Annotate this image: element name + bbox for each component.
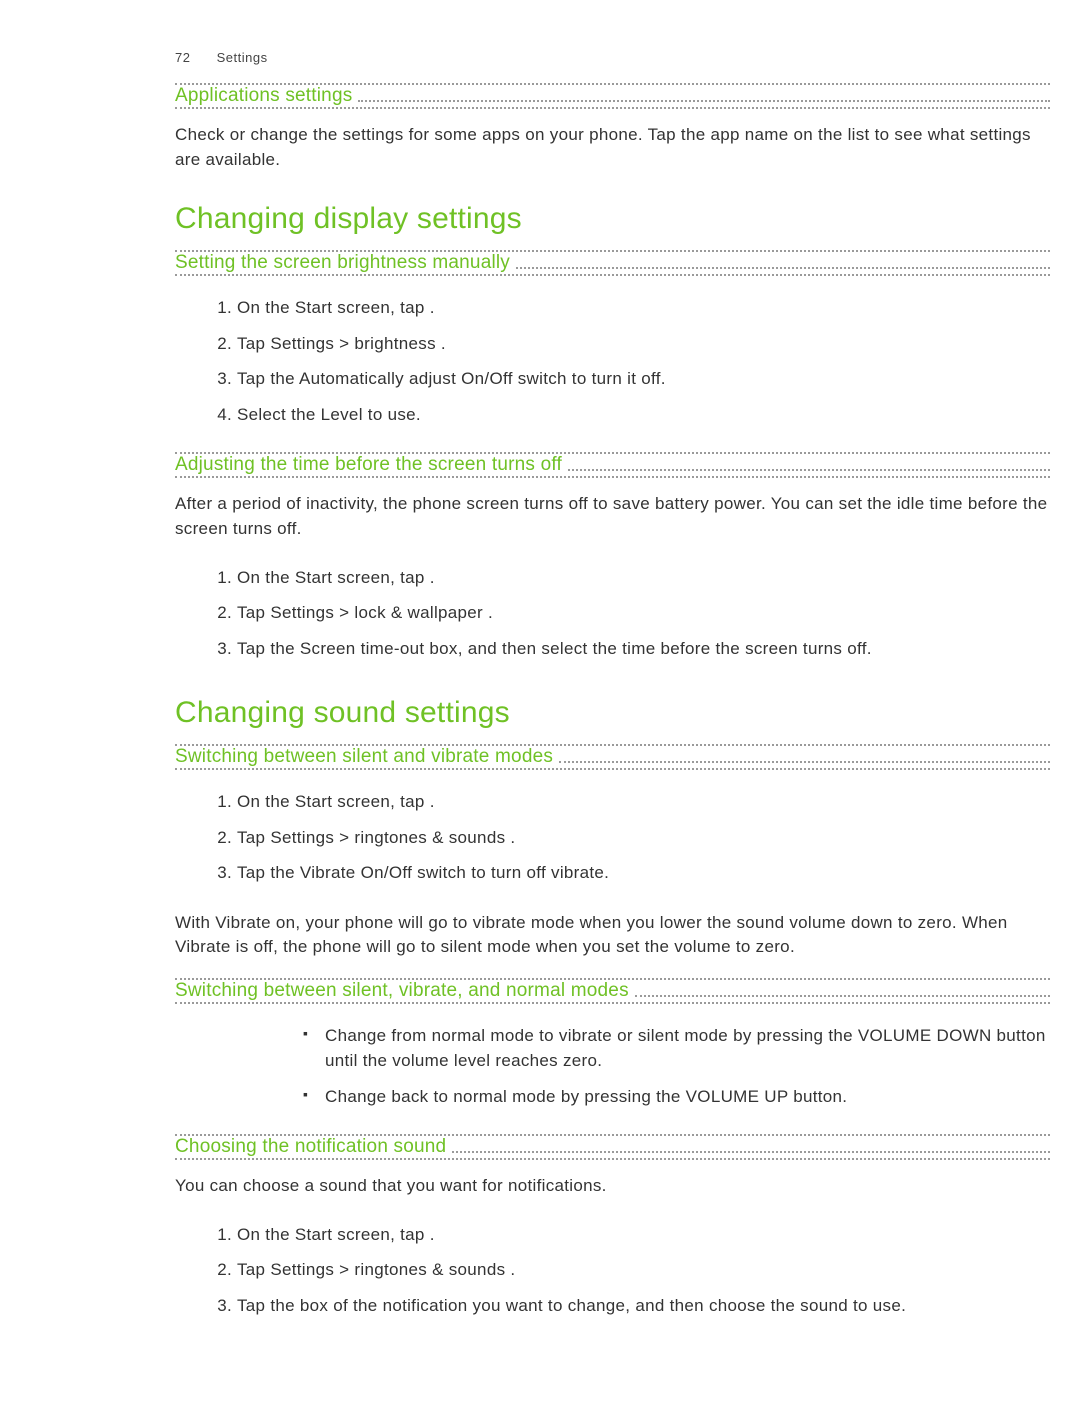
divider	[559, 761, 1050, 763]
subheading-screen-timeout: Adjusting the time before the screen tur…	[175, 454, 1050, 476]
list-item: Tap Settings > brightness .	[237, 326, 1050, 362]
list-item: Tap Settings > ringtones & sounds .	[237, 820, 1050, 856]
divider	[175, 107, 1050, 109]
list-item: Change back to normal mode by pressing t…	[303, 1079, 1050, 1115]
subheading-silent-vibrate: Switching between silent and vibrate mod…	[175, 746, 1050, 768]
divider	[452, 1151, 1050, 1153]
subheading-text: Adjusting the time before the screen tur…	[175, 454, 562, 476]
divider	[175, 1158, 1050, 1160]
divider	[175, 1002, 1050, 1004]
ordered-list-vibrate: On the Start screen, tap . Tap Settings …	[175, 784, 1050, 891]
ordered-list-timeout: On the Start screen, tap . Tap Settings …	[175, 560, 1050, 667]
section-title-sound: Changing sound settings	[175, 696, 1050, 730]
divider	[358, 100, 1050, 102]
subheading-text: Switching between silent and vibrate mod…	[175, 746, 553, 768]
subheading-notification-sound: Choosing the notification sound	[175, 1136, 1050, 1158]
subheading-modes: Switching between silent, vibrate, and n…	[175, 980, 1050, 1002]
list-item: On the Start screen, tap .	[237, 290, 1050, 326]
list-item: Change from normal mode to vibrate or si…	[303, 1018, 1050, 1079]
divider	[635, 995, 1050, 997]
section-title-display: Changing display settings	[175, 202, 1050, 236]
subheading-text: Applications settings	[175, 85, 352, 107]
paragraph: After a period of inactivity, the phone …	[175, 492, 1050, 541]
list-item: Tap the Automatically adjust On/Off swit…	[237, 361, 1050, 397]
bullet-list-modes: Change from normal mode to vibrate or si…	[175, 1018, 1050, 1115]
list-item: On the Start screen, tap .	[237, 784, 1050, 820]
list-item: Tap Settings > ringtones & sounds .	[237, 1252, 1050, 1288]
paragraph: Check or change the settings for some ap…	[175, 123, 1050, 172]
ordered-list-brightness: On the Start screen, tap . Tap Settings …	[175, 290, 1050, 432]
list-item: On the Start screen, tap .	[237, 1217, 1050, 1253]
list-item: Tap the box of the notification you want…	[237, 1288, 1050, 1324]
paragraph: With Vibrate on, your phone will go to v…	[175, 911, 1050, 960]
subheading-brightness: Setting the screen brightness manually	[175, 252, 1050, 274]
list-item: Select the Level to use.	[237, 397, 1050, 433]
list-item: Tap the Screen time-out box, and then se…	[237, 631, 1050, 667]
list-item: Tap Settings > lock & wallpaper .	[237, 595, 1050, 631]
divider	[568, 469, 1050, 471]
list-item: Tap the Vibrate On/Off switch to turn of…	[237, 855, 1050, 891]
divider	[175, 274, 1050, 276]
divider	[175, 768, 1050, 770]
page-number: 72	[175, 50, 190, 65]
ordered-list-notification: On the Start screen, tap . Tap Settings …	[175, 1217, 1050, 1324]
manual-page: 72 Settings Applications settings Check …	[0, 0, 1080, 1403]
list-item: On the Start screen, tap .	[237, 560, 1050, 596]
subheading-text: Switching between silent, vibrate, and n…	[175, 980, 629, 1002]
divider	[516, 267, 1050, 269]
paragraph: You can choose a sound that you want for…	[175, 1174, 1050, 1199]
divider	[175, 476, 1050, 478]
subheading-applications-settings: Applications settings	[175, 85, 1050, 107]
subheading-text: Setting the screen brightness manually	[175, 252, 510, 274]
subheading-text: Choosing the notification sound	[175, 1136, 446, 1158]
page-header: 72 Settings	[175, 50, 1050, 65]
header-section-name: Settings	[217, 50, 268, 65]
